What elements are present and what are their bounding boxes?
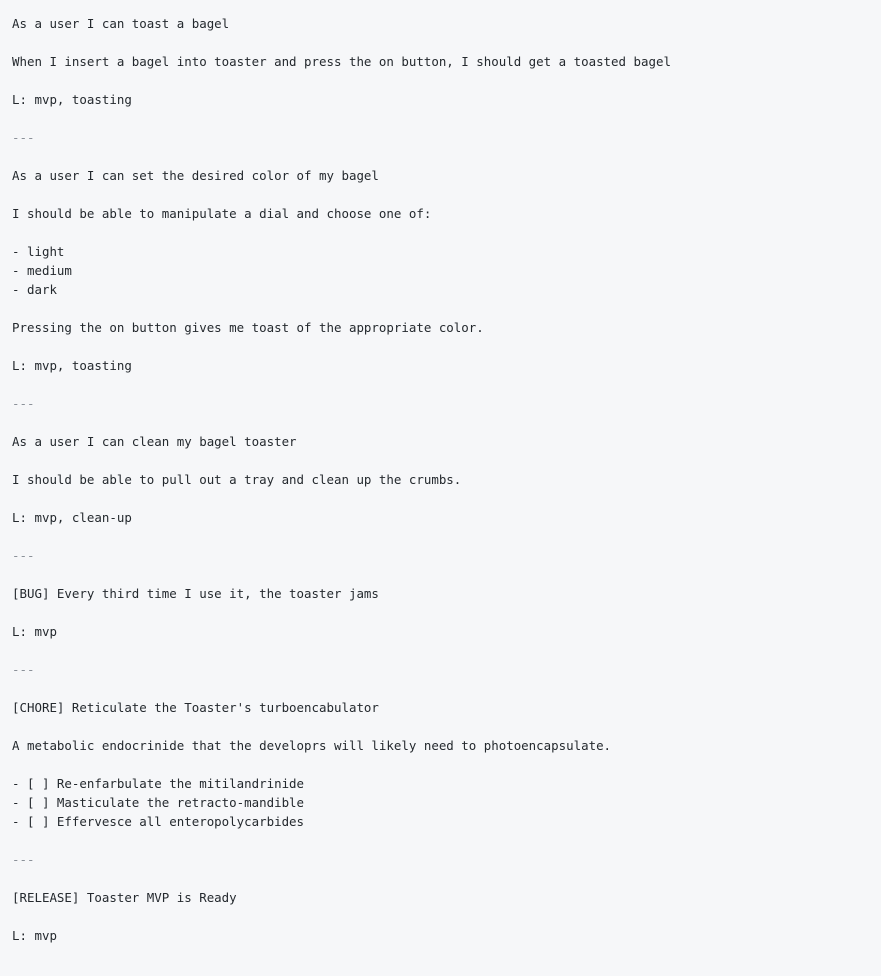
text-paragraph: Pressing the on button gives me toast of… bbox=[12, 320, 484, 335]
list-item: - [ ] Masticulate the retracto-mandible bbox=[12, 795, 305, 810]
text-list: - light - medium - dark bbox=[12, 242, 881, 299]
section-separator: --- bbox=[12, 548, 35, 563]
text-paragraph: L: mvp, toasting bbox=[12, 92, 132, 107]
text-paragraph: L: mvp bbox=[12, 624, 57, 639]
text-paragraph: I should be able to manipulate a dial an… bbox=[12, 206, 432, 221]
section-separator: --- bbox=[12, 396, 35, 411]
list-item: - [ ] Re-enfarbulate the mitilandrinide bbox=[12, 776, 305, 791]
list-item: - [ ] Effervesce all enteropolycarbides bbox=[12, 814, 305, 829]
list-item: - dark bbox=[12, 282, 57, 297]
text-paragraph: I should be able to pull out a tray and … bbox=[12, 472, 462, 487]
text-paragraph: [CHORE] Reticulate the Toaster's turboen… bbox=[12, 700, 379, 715]
text-paragraph: When I insert a bagel into toaster and p… bbox=[12, 54, 671, 69]
document-body: As a user I can toast a bagel When I inse… bbox=[0, 0, 881, 976]
text-paragraph: [BUG] Every third time I use it, the toa… bbox=[12, 586, 379, 601]
list-item: - medium bbox=[12, 263, 72, 278]
text-paragraph: L: mvp bbox=[12, 928, 57, 943]
text-paragraph: As a user I can clean my bagel toaster bbox=[12, 434, 297, 449]
text-paragraph: As a user I can set the desired color of… bbox=[12, 168, 379, 183]
text-paragraph: [RELEASE] Toaster MVP is Ready bbox=[12, 890, 237, 905]
text-paragraph: L: mvp, toasting bbox=[12, 358, 132, 373]
section-separator: --- bbox=[12, 130, 35, 145]
list-item: - light bbox=[12, 244, 65, 259]
text-paragraph: As a user I can toast a bagel bbox=[12, 16, 230, 31]
section-separator: --- bbox=[12, 662, 35, 677]
text-paragraph: A metabolic endocrinide that the develop… bbox=[12, 738, 612, 753]
text-list: - [ ] Re-enfarbulate the mitilandrinide -… bbox=[12, 774, 881, 831]
text-paragraph: L: mvp, clean-up bbox=[12, 510, 132, 525]
section-separator: --- bbox=[12, 852, 35, 867]
